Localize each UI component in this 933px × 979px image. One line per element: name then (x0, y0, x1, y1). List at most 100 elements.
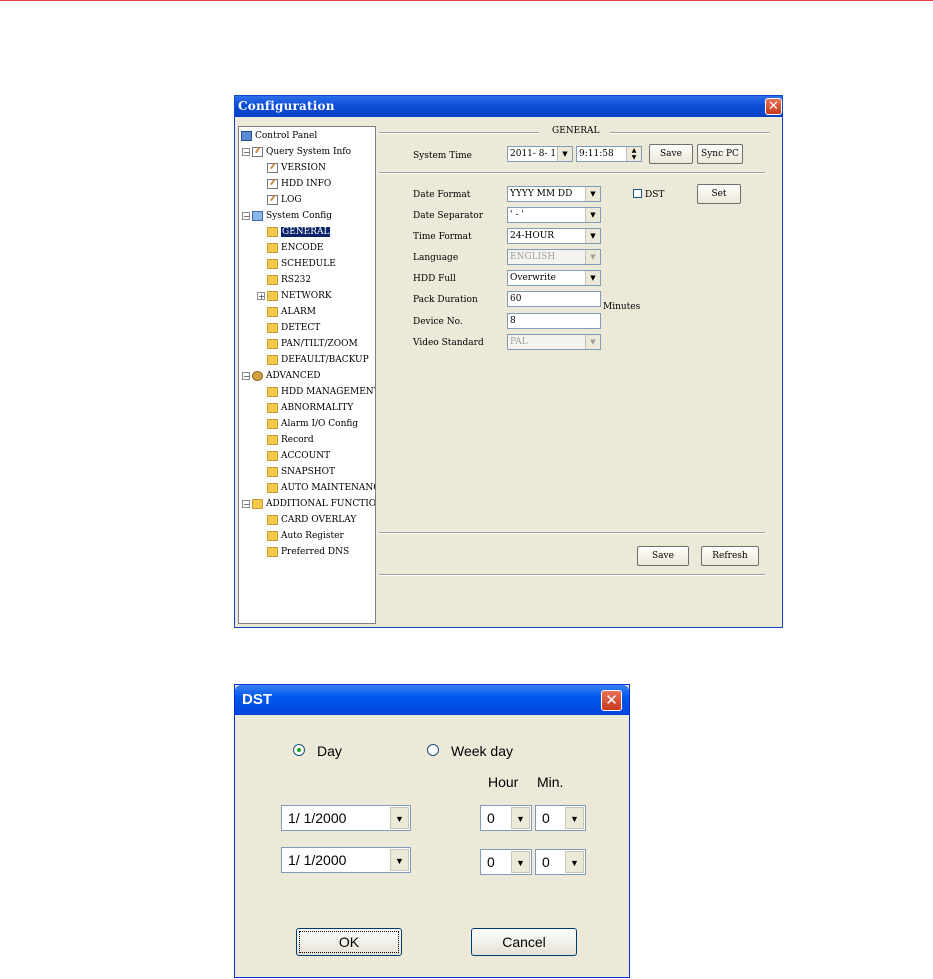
tree-item-auto-register[interactable]: Auto Register (267, 529, 344, 543)
end-min-select[interactable]: 0 ▼ (535, 849, 586, 875)
tree-item-label: DETECT (281, 323, 321, 333)
tree-item-pan-tilt-zoom[interactable]: PAN/TILT/ZOOM (267, 337, 358, 351)
end-hour-value: 0 (487, 854, 495, 870)
date-separator-select[interactable]: ' - ' ▼ (507, 207, 601, 223)
weekday-label: Week day (451, 743, 513, 759)
device-no-input[interactable]: 8 (507, 313, 601, 329)
tree-item-control-panel[interactable]: Control Panel (241, 129, 317, 143)
tree-item-default-backup[interactable]: DEFAULT/BACKUP (267, 353, 369, 367)
ok-button[interactable]: OK (296, 928, 402, 956)
tree-item-label: HDD MANAGEMENT (281, 387, 376, 397)
chevron-down-icon[interactable]: ▼ (557, 147, 572, 161)
refresh-button[interactable]: Refresh (701, 546, 759, 566)
tree-item-label: ALARM (281, 307, 316, 317)
collapse-icon[interactable]: − (242, 372, 250, 381)
tree-item-snapshot[interactable]: SNAPSHOT (267, 465, 335, 479)
tree-item-preferred-dns[interactable]: Preferred DNS (267, 545, 349, 559)
tree-item-label: RS232 (281, 275, 312, 285)
tree-item-additional-function[interactable]: ADDITIONAL FUNCTION (252, 497, 376, 511)
tree-item-hdd-management[interactable]: HDD MANAGEMENT (267, 385, 376, 399)
chevron-down-icon[interactable]: ▼ (511, 807, 530, 829)
start-hour-select[interactable]: 0 ▼ (480, 805, 532, 831)
tree-item-system-config[interactable]: System Config (252, 209, 332, 223)
tree-item-label: Control Panel (255, 131, 318, 141)
tree-item-rs232[interactable]: RS232 (267, 273, 311, 287)
chevron-down-icon[interactable]: ▼ (390, 849, 409, 871)
hour-header: Hour (488, 774, 519, 790)
save-time-button[interactable]: Save (649, 144, 693, 164)
tree-item-version[interactable]: VERSION (267, 161, 326, 175)
close-icon[interactable]: ✕ (765, 98, 782, 115)
tree-item-card-overlay[interactable]: CARD OVERLAY (267, 513, 356, 527)
cancel-button[interactable]: Cancel (471, 928, 577, 956)
tree-item-log[interactable]: LOG (267, 193, 302, 207)
chevron-down-icon[interactable]: ▼ (585, 229, 600, 243)
tree-item-label: ADVANCED (266, 371, 321, 381)
chevron-down-icon[interactable]: ▼ (390, 807, 409, 829)
tree-item-query-system-info[interactable]: Query System Info (252, 145, 351, 159)
tree-item-label: Record (281, 435, 314, 445)
tree-item-detect[interactable]: DETECT (267, 321, 320, 335)
tree-item-general[interactable]: GENERAL (267, 225, 331, 239)
dst-checkbox[interactable] (633, 189, 642, 198)
start-min-select[interactable]: 0 ▼ (535, 805, 586, 831)
end-min-value: 0 (542, 854, 550, 870)
tree-item-advanced[interactable]: ADVANCED (252, 369, 321, 383)
language-label: Language (413, 253, 459, 263)
dst-set-button[interactable]: Set (697, 184, 741, 204)
tree-item-label: System Config (266, 211, 333, 221)
folder-icon (267, 450, 278, 461)
tree-item-label: ADDITIONAL FUNCTION (266, 499, 376, 509)
tree-item-record[interactable]: Record (267, 433, 314, 447)
chevron-down-icon[interactable]: ▼ (585, 271, 600, 285)
folder-icon (267, 402, 278, 413)
chevron-down-icon[interactable]: ▼ (565, 807, 584, 829)
tree-item-auto-maintenance[interactable]: AUTO MAINTENANCE (267, 481, 375, 495)
title-bar[interactable]: DST ✕ (235, 685, 629, 715)
folder-icon (267, 322, 278, 333)
collapse-icon[interactable]: − (242, 500, 250, 509)
time-format-select[interactable]: 24-HOUR ▼ (507, 228, 601, 244)
expand-icon[interactable]: + (257, 292, 265, 301)
document-icon (252, 146, 263, 157)
tree-item-account[interactable]: ACCOUNT (267, 449, 330, 463)
folder-icon (252, 498, 263, 509)
hdd-full-select[interactable]: Overwrite ▼ (507, 270, 601, 286)
divider (379, 132, 539, 134)
chevron-down-icon[interactable]: ▼ (585, 208, 600, 222)
save-button[interactable]: Save (637, 546, 689, 566)
chevron-down-icon[interactable]: ▼ (585, 187, 600, 201)
video-standard-select: PAL ▼ (507, 334, 601, 350)
title-bar[interactable]: Configuration ✕ (235, 96, 782, 117)
chevron-down-icon[interactable]: ▼ (565, 851, 584, 873)
monitor-icon (241, 130, 252, 141)
tree-item-network[interactable]: NETWORK (267, 289, 332, 303)
folder-icon (267, 354, 278, 365)
tree-item-label: VERSION (281, 163, 326, 173)
collapse-icon[interactable]: − (242, 148, 250, 157)
tree-item-encode[interactable]: ENCODE (267, 241, 324, 255)
day-radio[interactable] (293, 744, 305, 756)
collapse-icon[interactable]: − (242, 212, 250, 221)
tree-item-schedule[interactable]: SCHEDULE (267, 257, 336, 271)
date-value: 2011- 8- 1 (510, 149, 557, 159)
weekday-radio[interactable] (427, 744, 439, 756)
spinner-arrows-icon[interactable]: ▲ ▼ (626, 147, 641, 161)
end-date-select[interactable]: 1/ 1/2000 ▼ (281, 847, 411, 873)
start-date-select[interactable]: 1/ 1/2000 ▼ (281, 805, 411, 831)
language-value: ENGLISH (510, 252, 556, 262)
close-icon[interactable]: ✕ (601, 690, 622, 711)
sync-pc-button[interactable]: Sync PC (697, 144, 743, 164)
pack-duration-input[interactable]: 60 (507, 291, 601, 307)
tree-item-abnormality[interactable]: ABNORMALITY (267, 401, 353, 415)
date-format-select[interactable]: YYYY MM DD ▼ (507, 186, 601, 202)
chevron-down-icon[interactable]: ▼ (511, 851, 530, 873)
tree-item-alarm[interactable]: ALARM (267, 305, 316, 319)
date-picker[interactable]: 2011- 8- 1 ▼ (507, 146, 573, 162)
time-spinner[interactable]: 9:11:58 ▲ ▼ (576, 146, 642, 162)
section-title: GENERAL (552, 126, 600, 136)
config-tree[interactable]: Control Panel − Query System Info VERSIO… (238, 126, 376, 624)
tree-item-hdd-info[interactable]: HDD INFO (267, 177, 331, 191)
end-hour-select[interactable]: 0 ▼ (480, 849, 532, 875)
tree-item-alarm-io-config[interactable]: Alarm I/O Config (267, 417, 358, 431)
